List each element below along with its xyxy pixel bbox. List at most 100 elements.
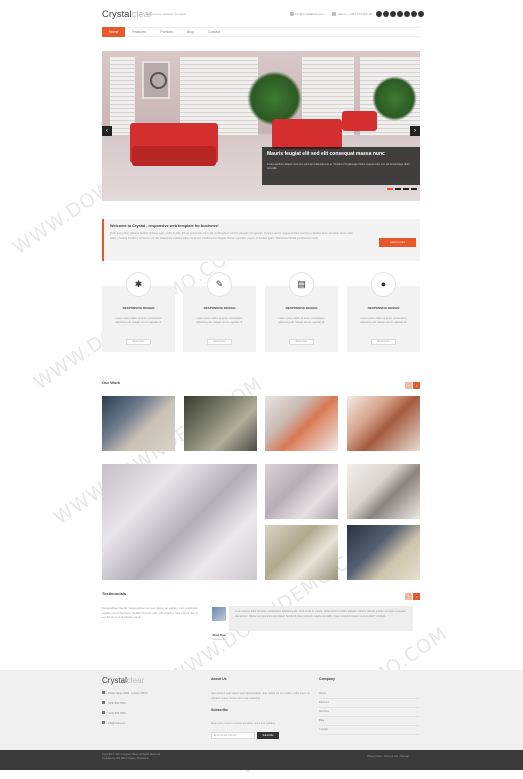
testimonial-prev-button[interactable]: ‹ xyxy=(405,593,412,600)
testimonials-pager: ‹ › xyxy=(405,593,420,600)
slide-plant xyxy=(372,76,417,121)
social-links xyxy=(376,11,424,17)
feature-text: Lorem ipsum dolor sit amet, consectetur … xyxy=(115,317,162,324)
slide-caption: Mauris feugiat elit sed elit consequat m… xyxy=(262,147,420,185)
slider-next-button[interactable]: › xyxy=(410,126,420,136)
company-link-contact[interactable]: Contact xyxy=(319,726,419,735)
footer-contact: Street Name 00/11, London 76573 (123) 45… xyxy=(102,689,148,729)
slide-caption-title: Mauris feugiat elit sed elit consequat m… xyxy=(267,151,385,157)
header-email[interactable]: info@crystalclear.com xyxy=(290,12,324,17)
testimonial-author: Jhon Doe xyxy=(212,633,226,637)
site-logo[interactable]: Crystalclear xyxy=(102,9,152,20)
company-links: About Partners Services Blog Contact xyxy=(319,690,419,735)
feature-box: ✱ RESPONSIVE DESIGN Lorem ipsum dolor si… xyxy=(102,272,175,352)
portfolio-thumb[interactable] xyxy=(184,396,257,451)
feature-box: ▤ RESPONSIVE DESIGN Lorem ipsum dolor si… xyxy=(265,272,338,352)
footer-phone: (123) 456-7890 xyxy=(102,699,148,709)
feature-title: RESPONSIVE DESIGN xyxy=(122,306,155,310)
facebook-icon[interactable] xyxy=(376,11,382,17)
welcome-title: Welcome to Crystal - responsive web temp… xyxy=(110,224,219,228)
company-link-partners[interactable]: Partners xyxy=(319,699,419,708)
company-link-services[interactable]: Services xyxy=(319,708,419,717)
header-phone: Call us: + 000 123 456 78 xyxy=(332,12,372,17)
footer-fax: (123) 456-7890 xyxy=(102,709,148,719)
avatar xyxy=(212,607,226,621)
vimeo-icon[interactable] xyxy=(397,11,403,17)
testimonial-author-role: Company Inc. xyxy=(212,638,227,641)
portfolio-thumb[interactable] xyxy=(265,464,338,519)
copyright: Copyright © 2013 Company Name All Rights… xyxy=(102,753,161,760)
subscribe-text: Enter your email to receive our latest n… xyxy=(211,722,276,725)
flickr-icon[interactable] xyxy=(404,11,410,17)
testimonials-title: Testimonials xyxy=(102,591,127,596)
feature-title: RESPONSIVE DESIGN xyxy=(285,306,318,310)
site-tagline: Responsive Website Template xyxy=(146,12,187,16)
email-input[interactable]: Enter Email Address xyxy=(211,732,255,739)
subscribe-title: Subscribe xyxy=(211,708,228,712)
slider-dots xyxy=(387,188,417,190)
feature-read-more-button[interactable]: Read more xyxy=(207,339,232,345)
portfolio-thumb[interactable] xyxy=(102,396,175,451)
testimonials-intro: Suspendisse blandit. Suspendisse non sem… xyxy=(102,606,199,619)
rss-icon[interactable] xyxy=(418,11,424,17)
feature-text: Lorem ipsum dolor sit amet, consectetur … xyxy=(278,317,325,324)
slide-chair xyxy=(272,119,342,149)
pinterest-icon[interactable] xyxy=(411,11,417,17)
document-icon: ✎ xyxy=(207,272,232,297)
twitter-icon[interactable] xyxy=(383,11,389,17)
bottom-links[interactable]: Privacy Policy · Terms of Use · Sitemap xyxy=(367,755,409,758)
work-next-button[interactable]: › xyxy=(413,382,420,389)
feature-text: Lorem ipsum dolor sit amet, consectetur … xyxy=(196,317,243,324)
footer-logo[interactable]: Crystalclear xyxy=(102,676,144,685)
portfolio-thumb[interactable] xyxy=(265,525,338,580)
phone-icon xyxy=(332,12,337,17)
nav-item-portfolio[interactable]: Portfolio xyxy=(153,27,180,37)
fax-icon xyxy=(102,711,105,714)
learn-more-button[interactable]: Learn more xyxy=(379,238,416,247)
feature-title: RESPONSIVE DESIGN xyxy=(367,306,400,310)
slider-dot[interactable] xyxy=(403,188,409,190)
nav-item-blog[interactable]: Blog xyxy=(180,27,201,37)
slider-dot[interactable] xyxy=(411,188,417,190)
nav-item-contact[interactable]: Contact xyxy=(201,27,227,37)
slider-dot[interactable] xyxy=(387,188,393,190)
slider-dot[interactable] xyxy=(395,188,401,190)
company-link-blog[interactable]: Blog xyxy=(319,717,419,726)
slider-prev-button[interactable]: ‹ xyxy=(102,126,112,136)
feature-box: ● RESPONSIVE DESIGN Lorem ipsum dolor si… xyxy=(347,272,420,352)
slide-caption-text: Lorem porttitor aliquet nunc pro pulvina… xyxy=(267,163,410,170)
slide-wall-art xyxy=(142,61,170,99)
feature-box: ✎ RESPONSIVE DESIGN Lorem ipsum dolor si… xyxy=(183,272,256,352)
about-us-text: Sed ultricies eget sapien eget ligula fa… xyxy=(211,692,310,700)
company-link-about[interactable]: About xyxy=(319,690,419,699)
portfolio-thumb[interactable] xyxy=(347,396,420,451)
testimonial-next-button[interactable]: › xyxy=(413,593,420,600)
about-us-title: About Us xyxy=(211,677,227,681)
chat-icon: ▤ xyxy=(289,272,314,297)
portfolio-thumb[interactable] xyxy=(347,525,420,580)
subscribe-button[interactable]: Subscribe xyxy=(257,732,279,739)
portfolio-thumb-large[interactable] xyxy=(102,464,257,580)
slide-chair xyxy=(342,111,377,131)
header-contact: info@crystalclear.com Call us: + 000 123… xyxy=(290,12,372,17)
linkedin-icon[interactable] xyxy=(390,11,396,17)
welcome-text: Proin arcu tellus, placerat facilisis tr… xyxy=(110,232,353,240)
our-work-title: Our Work xyxy=(102,380,121,385)
slide-plant xyxy=(247,71,302,126)
feature-read-more-button[interactable]: Read more xyxy=(371,339,396,345)
feature-text: Lorem ipsum dolor sit amet, consectetur … xyxy=(360,317,407,324)
welcome-box: Welcome to Crystal - responsive web temp… xyxy=(102,219,420,261)
portfolio-thumb[interactable] xyxy=(347,464,420,519)
feature-title: RESPONSIVE DESIGN xyxy=(203,306,236,310)
phone-icon xyxy=(102,701,105,704)
portfolio-thumb[interactable] xyxy=(265,396,338,451)
feature-read-more-button[interactable]: Read more xyxy=(126,339,151,345)
footer-email[interactable]: info@mail.com xyxy=(102,719,148,729)
nav-item-features[interactable]: Features xyxy=(125,27,153,37)
work-prev-button[interactable]: ‹ xyxy=(405,382,412,389)
nav-item-home[interactable]: Home xyxy=(102,27,126,37)
location-icon xyxy=(102,691,105,694)
feature-read-more-button[interactable]: Read more xyxy=(289,339,314,345)
work-pager: ‹ › xyxy=(405,382,420,389)
mail-icon xyxy=(290,12,294,17)
